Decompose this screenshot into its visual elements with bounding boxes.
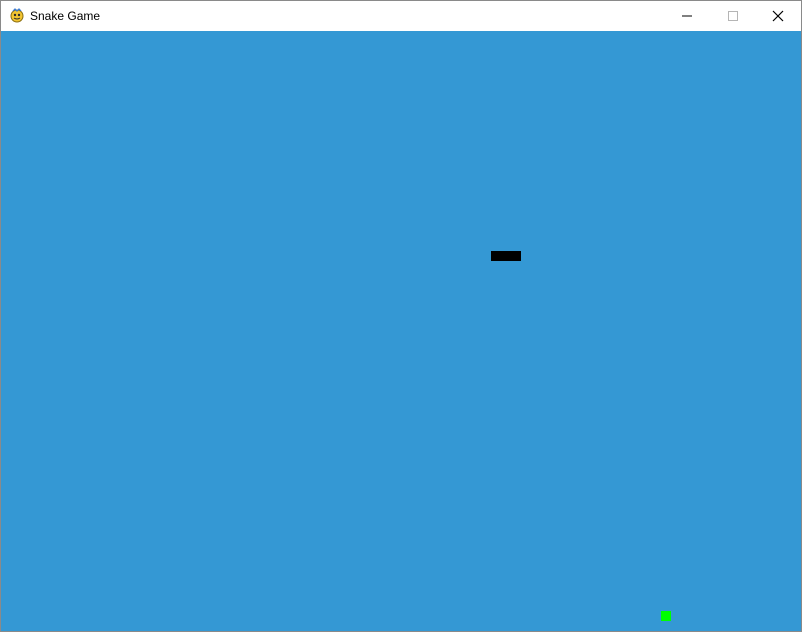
food-pellet [661, 611, 671, 621]
title-bar[interactable]: Snake Game [1, 1, 801, 31]
snake-segment [491, 251, 501, 261]
game-window: Snake Game [0, 0, 802, 632]
window-title: Snake Game [30, 9, 101, 23]
snake-segment [511, 251, 521, 261]
close-icon [772, 10, 784, 22]
maximize-button[interactable] [710, 1, 756, 31]
close-button[interactable] [755, 1, 801, 31]
minimize-button[interactable] [664, 1, 710, 31]
snake-segment [501, 251, 511, 261]
pygame-snake-icon [10, 8, 24, 23]
maximize-icon [728, 11, 738, 21]
game-canvas[interactable] [1, 31, 801, 631]
minimize-icon [682, 15, 692, 17]
